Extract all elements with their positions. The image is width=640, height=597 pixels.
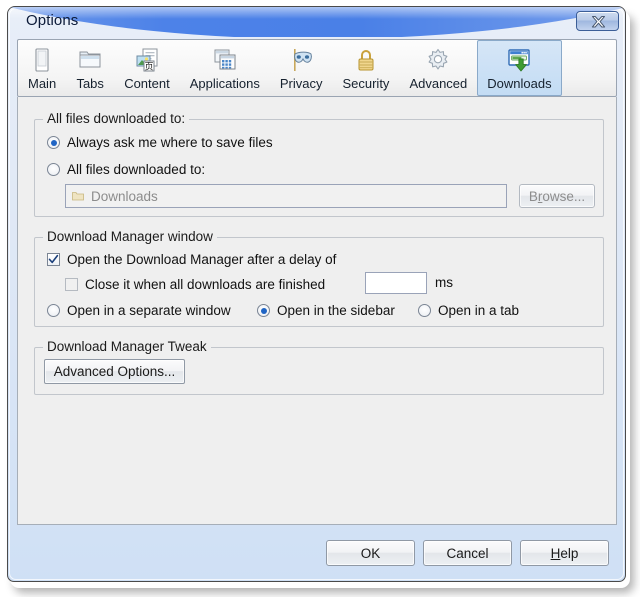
close-button[interactable] [576, 11, 619, 31]
advanced-gear-icon [428, 48, 448, 70]
dialog-button-bar: OK Cancel Help [17, 525, 617, 581]
content-page-icon: 页 [136, 48, 158, 73]
folder-tabs-icon [79, 51, 101, 68]
tab-label: Advanced [409, 76, 468, 91]
tab-applications[interactable]: Applications [180, 40, 270, 96]
tab-label: Main [28, 76, 57, 91]
download-manager-tweak-group: Download Manager Tweak Advanced Options.… [34, 339, 604, 395]
download-manager-window-group: Download Manager window Open the Downloa… [34, 229, 604, 327]
download-path-value: Downloads [91, 188, 158, 204]
folder-icon [72, 192, 84, 201]
radio-always-ask[interactable]: Always ask me where to save files [47, 135, 273, 150]
checkbox-label: Open the Download Manager after a delay … [67, 252, 337, 267]
downloads-icon [508, 49, 531, 72]
titlebar: Options [8, 7, 625, 37]
advanced-options-button[interactable]: Advanced Options... [44, 359, 185, 384]
tab-advanced[interactable]: Advanced [399, 40, 477, 96]
browse-button[interactable]: Browse... [519, 184, 595, 208]
radio-label: Always ask me where to save files [67, 135, 273, 150]
radio-open-sidebar[interactable]: Open in the sidebar [257, 303, 395, 318]
browse-button-label: Browse... [528, 188, 586, 204]
security-lock-icon [358, 50, 374, 71]
radio-indicator[interactable] [257, 304, 270, 317]
tab-security[interactable]: Security [332, 40, 399, 96]
tab-tabs[interactable]: Tabs [66, 40, 114, 96]
window-title: Options [26, 12, 79, 29]
radio-open-separate-window[interactable]: Open in a separate window [47, 303, 231, 318]
cancel-button-label: Cancel [446, 545, 489, 561]
radio-indicator[interactable] [47, 163, 60, 176]
radio-label: All files downloaded to: [67, 162, 206, 177]
advanced-options-label: Advanced Options... [53, 364, 176, 379]
tab-main[interactable]: Main [18, 40, 66, 96]
ok-button-label: OK [360, 545, 381, 561]
tab-label: Content [124, 76, 170, 91]
checkbox-indicator[interactable] [47, 253, 60, 266]
close-icon [591, 16, 606, 28]
svg-text:页: 页 [144, 62, 153, 73]
delay-unit-label: ms [435, 275, 453, 290]
radio-indicator[interactable] [418, 304, 431, 317]
help-button[interactable]: Help [520, 540, 609, 566]
tab-label: Security [342, 76, 390, 91]
privacy-mask-icon [294, 49, 313, 71]
tab-downloads[interactable]: Downloads [477, 40, 562, 96]
group-legend: Download Manager window [43, 229, 217, 244]
radio-open-tab[interactable]: Open in a tab [418, 303, 519, 318]
radio-label: Open in a tab [438, 303, 520, 318]
checkmark-icon [48, 254, 59, 264]
tab-label: Downloads [487, 76, 552, 91]
tab-privacy[interactable]: Privacy [270, 40, 333, 96]
radio-all-files-to[interactable]: All files downloaded to: [47, 162, 205, 177]
checkbox-open-after-delay[interactable]: Open the Download Manager after a delay … [47, 252, 336, 267]
help-button-label: Help [550, 545, 579, 561]
radio-label: Open in the sidebar [277, 303, 395, 318]
download-location-group: All files downloaded to: Always ask me w… [34, 111, 604, 217]
tab-label: Privacy [279, 76, 323, 91]
tab-content[interactable]: 页 Content [114, 40, 180, 96]
checkbox-close-when-finished[interactable]: Close it when all downloads are finished [65, 277, 325, 292]
radio-label: Open in a separate window [67, 303, 231, 318]
delay-input[interactable] [365, 272, 427, 294]
downloads-settings-pane: All files downloaded to: Always ask me w… [17, 97, 617, 525]
tab-label: Tabs [76, 76, 104, 91]
cancel-button[interactable]: Cancel [423, 540, 512, 566]
titlebar-sheen [8, 7, 625, 19]
group-legend: All files downloaded to: [43, 111, 190, 126]
ok-button[interactable]: OK [326, 540, 415, 566]
radio-indicator[interactable] [47, 136, 60, 149]
main-window-icon [35, 48, 49, 72]
options-tabstrip: Main Tabs 页 Content Applications Privacy… [17, 39, 617, 97]
group-legend: Download Manager Tweak [43, 339, 211, 354]
radio-indicator[interactable] [47, 304, 60, 317]
options-dialog-window: Options Main Tabs 页 Content Applications… [7, 6, 626, 582]
tab-label: Applications [189, 76, 260, 91]
checkbox-indicator[interactable] [65, 278, 78, 291]
checkbox-label: Close it when all downloads are finished [85, 277, 326, 292]
download-path-field[interactable]: Downloads [65, 184, 507, 208]
applications-icon [214, 49, 236, 70]
